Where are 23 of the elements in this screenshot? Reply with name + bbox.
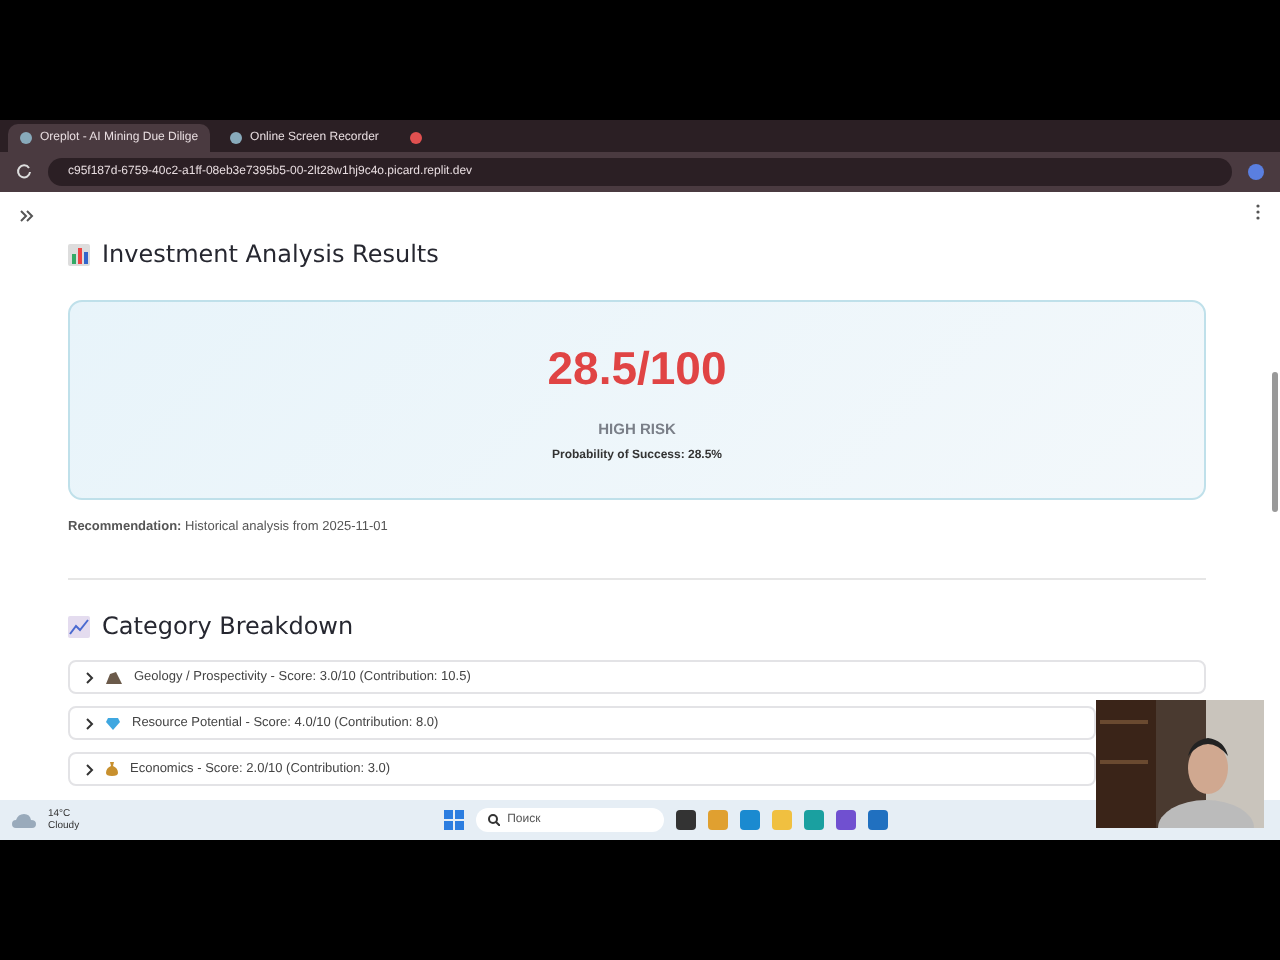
section-heading: Investment Analysis Results: [102, 240, 439, 268]
rock-icon: [106, 671, 122, 683]
chevron-icon: [86, 671, 94, 683]
expand-sidebar-icon[interactable]: [20, 210, 34, 222]
money-bag-icon: [106, 762, 118, 776]
gem-icon: [106, 717, 120, 729]
scrollbar[interactable]: [1272, 372, 1278, 512]
record-icon: [410, 132, 423, 144]
app-icon[interactable]: [835, 810, 856, 830]
score-value: 28.5/100: [547, 342, 727, 396]
profile-avatar-icon[interactable]: [1248, 164, 1264, 180]
bar-chart-icon: [68, 243, 90, 265]
chevron-icon: [86, 763, 94, 775]
reload-icon[interactable]: [16, 164, 32, 180]
line-chart-icon: [68, 615, 90, 637]
cloud-icon: [12, 812, 36, 828]
search-icon: [487, 814, 500, 826]
page-icon: [230, 132, 243, 144]
app-icon[interactable]: [675, 810, 696, 830]
page-icon: [20, 132, 32, 144]
windows-logo-icon[interactable]: [443, 810, 464, 830]
chevron-icon: [86, 717, 94, 729]
section-heading: Category Breakdown: [102, 612, 354, 640]
